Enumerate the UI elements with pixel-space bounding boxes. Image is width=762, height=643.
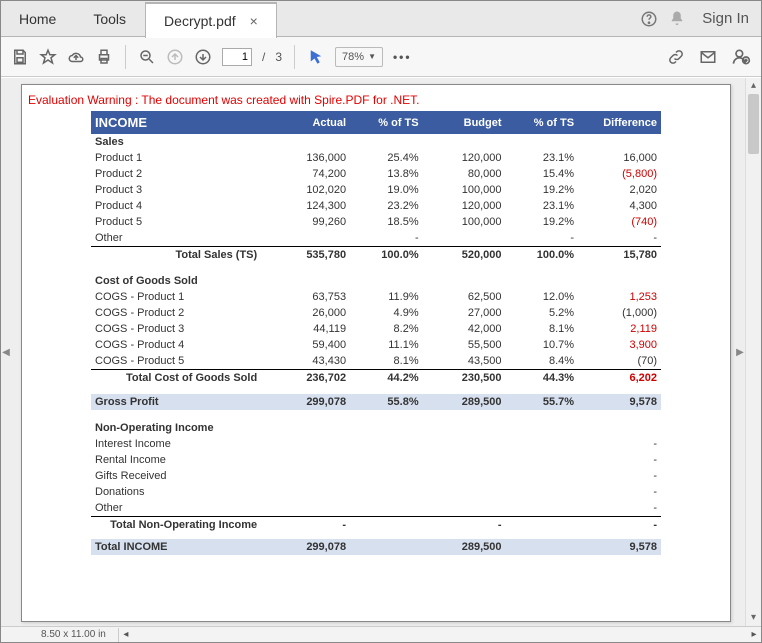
table-row: Interest Income- [91, 436, 661, 452]
col-budget: Budget [423, 111, 506, 134]
tab-document[interactable]: Decrypt.pdf × [145, 2, 277, 38]
tab-label: Home [19, 11, 56, 27]
table-row: COGS - Product 344,1198.2%42,0008.1%2,11… [91, 321, 661, 337]
cloud-upload-icon[interactable] [67, 48, 85, 66]
scroll-down-icon[interactable]: ▾ [746, 610, 761, 626]
table-row: Product 1136,00025.4%120,00023.1%16,000 [91, 150, 661, 166]
scroll-up-icon[interactable]: ▴ [746, 78, 761, 94]
save-icon[interactable] [11, 48, 29, 66]
zoom-dropdown[interactable]: 78% ▼ [335, 47, 383, 67]
sign-in-link[interactable]: Sign In [702, 10, 749, 27]
tab-home[interactable]: Home [1, 1, 75, 37]
table-row: Product 599,26018.5%100,00019.2%(740) [91, 214, 661, 230]
document-viewport: ◀ ▶ Evaluation Warning : The document wa… [1, 78, 761, 626]
page-dimensions: 8.50 x 11.00 in [1, 629, 118, 640]
select-tool-icon[interactable] [307, 48, 325, 66]
star-icon[interactable] [39, 48, 57, 66]
pdf-page: Evaluation Warning : The document was cr… [21, 84, 731, 622]
help-icon[interactable] [640, 10, 658, 28]
table-row: Other--- [91, 230, 661, 247]
hscroll-left-icon[interactable]: ◂ [119, 628, 133, 642]
vertical-scrollbar[interactable]: ▴ ▾ [745, 78, 761, 626]
table-row: Rental Income- [91, 452, 661, 468]
next-page-icon[interactable] [194, 48, 212, 66]
col-actual: Actual [267, 111, 350, 134]
zoom-value: 78% [342, 51, 364, 63]
col-income: INCOME [91, 111, 267, 134]
page-separator: / [262, 50, 265, 64]
panel-handle-left[interactable]: ◀ [2, 332, 10, 372]
table-row: COGS - Product 226,0004.9%27,0005.2%(1,0… [91, 305, 661, 321]
income-table: INCOME Actual % of TS Budget % of TS Dif… [91, 111, 661, 555]
chevron-down-icon: ▼ [368, 52, 376, 61]
share-link-icon[interactable] [667, 48, 685, 66]
table-row: Gifts Received- [91, 468, 661, 484]
table-row: Other- [91, 500, 661, 517]
col-pct-ts: % of TS [350, 111, 423, 134]
section-nonop: Non-Operating Income [91, 420, 661, 436]
total-sales-row: Total Sales (TS)535,780100.0%520,000100.… [91, 247, 661, 264]
tab-bar: Home Tools Decrypt.pdf × Sign In [1, 1, 761, 37]
print-icon[interactable] [95, 48, 113, 66]
total-cogs-row: Total Cost of Goods Sold236,70244.2%230,… [91, 370, 661, 387]
table-row: COGS - Product 459,40011.1%55,50010.7%3,… [91, 337, 661, 353]
gross-profit-row: Gross Profit299,07855.8%289,50055.7%9,57… [91, 394, 661, 410]
email-icon[interactable] [699, 48, 717, 66]
panel-handle-right[interactable]: ▶ [736, 332, 744, 372]
bell-icon[interactable] [668, 10, 686, 28]
more-icon[interactable]: ••• [393, 50, 412, 64]
prev-page-icon[interactable] [166, 48, 184, 66]
table-row: Donations- [91, 484, 661, 500]
total-nonop-row: Total Non-Operating Income--- [91, 517, 661, 534]
toolbar: / 3 78% ▼ ••• [1, 37, 761, 77]
account-icon[interactable] [731, 47, 751, 67]
zoom-out-icon[interactable] [138, 48, 156, 66]
tab-tools[interactable]: Tools [75, 1, 145, 37]
evaluation-warning: Evaluation Warning : The document was cr… [22, 85, 730, 111]
col-pct-ts-2: % of TS [506, 111, 579, 134]
table-row: COGS - Product 543,4308.1%43,5008.4%(70) [91, 353, 661, 370]
table-row: Product 4124,30023.2%120,00023.1%4,300 [91, 198, 661, 214]
horizontal-scrollbar[interactable]: ◂ ▸ [118, 628, 761, 642]
section-cogs: Cost of Goods Sold [91, 273, 661, 289]
col-difference: Difference [578, 111, 661, 134]
total-income-row: Total INCOME299,078289,5009,578 [91, 539, 661, 555]
hscroll-right-icon[interactable]: ▸ [747, 628, 761, 642]
status-bar: 8.50 x 11.00 in ◂ ▸ [1, 626, 761, 642]
table-row: Product 3102,02019.0%100,00019.2%2,020 [91, 182, 661, 198]
page-total: 3 [275, 50, 282, 64]
close-tab-icon[interactable]: × [250, 13, 258, 29]
table-row: Product 274,20013.8%80,00015.4%(5,800) [91, 166, 661, 182]
scroll-thumb[interactable] [748, 94, 759, 154]
tab-label: Decrypt.pdf [164, 13, 236, 29]
page-number-input[interactable] [222, 48, 252, 66]
table-row: COGS - Product 163,75311.9%62,50012.0%1,… [91, 289, 661, 305]
section-sales: Sales [91, 134, 661, 150]
table-header: INCOME Actual % of TS Budget % of TS Dif… [91, 111, 661, 134]
tab-label: Tools [93, 11, 126, 27]
